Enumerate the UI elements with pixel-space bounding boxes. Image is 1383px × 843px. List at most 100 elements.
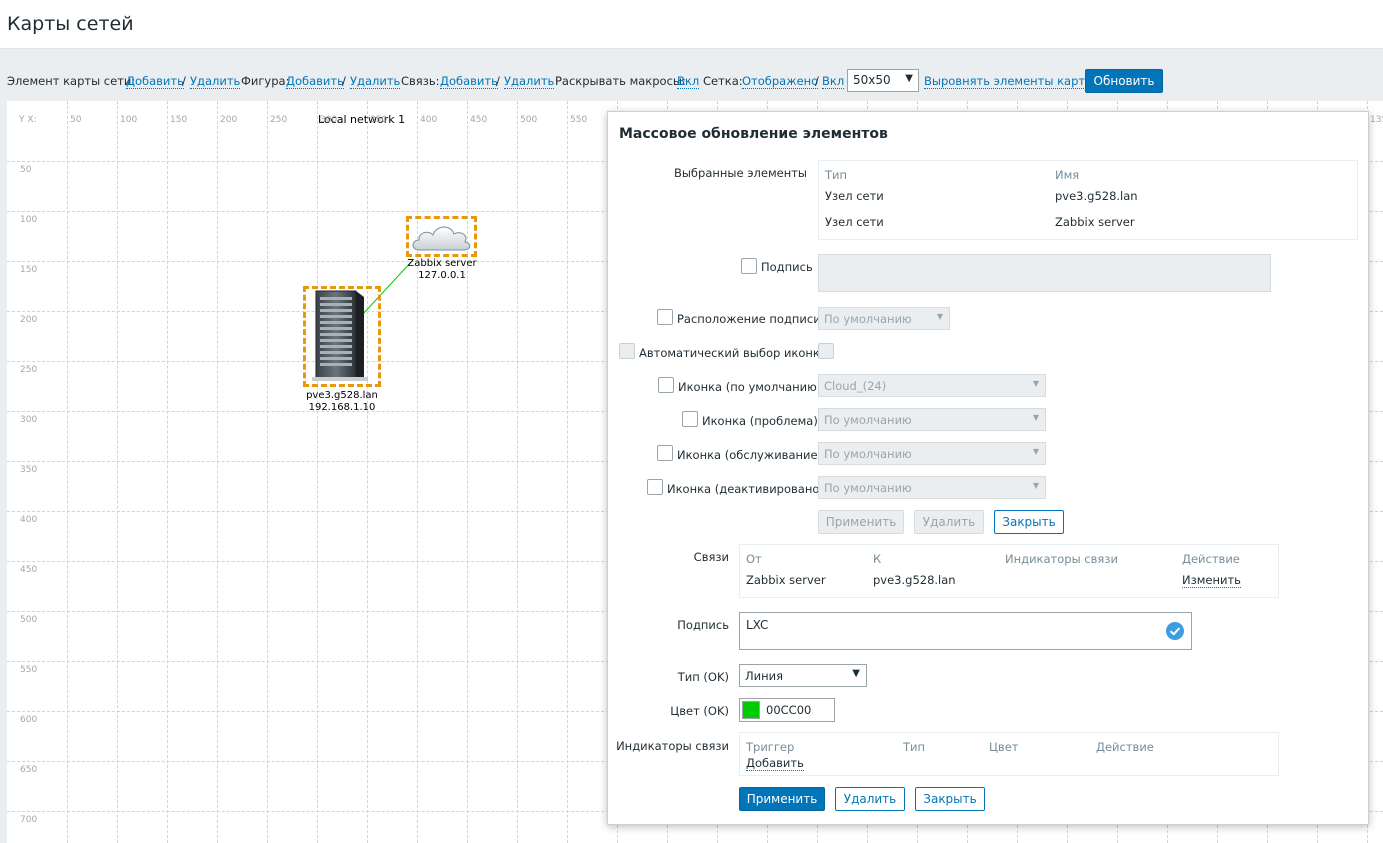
x-tick-label: 250 — [270, 115, 288, 125]
link-indicators-table: Триггер Тип Цвет Действие Добавить — [739, 732, 1279, 776]
map-node-zabbix-server[interactable] — [406, 216, 477, 257]
link-label-textarea[interactable]: LXC — [739, 612, 1192, 650]
x-tick-label: 500 — [520, 115, 538, 125]
macros-label: Раскрывать макросы: — [555, 74, 686, 88]
align-elements-link[interactable]: Выровнять элементы карты — [924, 74, 1095, 89]
icon-maintenance-value: По умолчанию — [824, 447, 912, 461]
mass-update-dialog: Массовое обновление элементов Выбранные … — [607, 111, 1369, 825]
x-tick-label: 200 — [220, 115, 238, 125]
icon-default-checkbox[interactable] — [658, 377, 674, 393]
icon-default-label: Иконка (по умолчанию) — [678, 380, 822, 394]
icon-default-value: Cloud_(24) — [824, 379, 887, 393]
y-tick-label: 250 — [20, 365, 38, 375]
y-tick-label: 300 — [20, 415, 38, 425]
shape-label: Фигура: — [241, 74, 290, 88]
links-label: Связи — [693, 550, 729, 564]
col-name: Имя — [1055, 168, 1080, 182]
icon-maintenance-label: Иконка (обслуживание) — [677, 448, 823, 462]
icon-disabled-checkbox[interactable] — [647, 479, 663, 495]
node-label-pve3: pve3.g528.lan 192.168.1.10 — [297, 390, 387, 414]
page-header: Карты сетей — [0, 0, 1383, 49]
col-action: Действие — [1182, 552, 1240, 566]
icon-default-select[interactable]: Cloud_(24) ▼ — [818, 374, 1046, 397]
link-label: Связь: — [401, 74, 440, 88]
map-node-pve3[interactable] — [303, 286, 381, 387]
y-tick-label: 550 — [20, 665, 38, 675]
col-trigger: Триггер — [746, 740, 795, 754]
link-to: pve3.g528.lan — [873, 573, 956, 587]
y-tick-label: 350 — [20, 465, 38, 475]
label-position-select[interactable]: По умолчанию ▼ — [818, 307, 950, 330]
icon-maintenance-checkbox[interactable] — [657, 445, 673, 461]
row-type: Узел сети — [825, 189, 884, 203]
col-type: Тип — [825, 168, 848, 182]
edit-link-action[interactable]: Изменить — [1182, 573, 1241, 588]
auto-icon-checkbox — [619, 343, 635, 359]
icon-maintenance-select[interactable]: По умолчанию ▼ — [818, 442, 1046, 465]
add-indicator-link[interactable]: Добавить — [746, 756, 804, 771]
icon-disabled-label: Иконка (деактивировано) — [667, 482, 824, 496]
color-swatch[interactable] — [742, 701, 760, 719]
grid-shown-link[interactable]: Отображено — [742, 74, 819, 89]
page-title: Карты сетей — [7, 13, 134, 35]
close-elements-button[interactable]: Закрыть — [994, 510, 1064, 534]
element-remove-link[interactable]: Удалить — [190, 74, 241, 89]
slash: / — [182, 74, 186, 88]
label-field-label: Подпись — [761, 260, 813, 274]
type-ok-select[interactable]: Линия ▼ — [739, 664, 867, 687]
row-type: Узел сети — [825, 215, 884, 229]
y-tick-label: 500 — [20, 615, 38, 625]
slash: / — [815, 74, 819, 88]
slash: / — [496, 74, 500, 88]
node-name: pve3.g528.lan — [306, 390, 378, 401]
chevron-down-icon: ▼ — [1032, 379, 1039, 388]
y-tick-label: 400 — [20, 515, 38, 525]
shape-remove-link[interactable]: Удалить — [350, 74, 401, 89]
element-add-link[interactable]: Добавить — [126, 74, 184, 89]
x-tick-label: 50 — [70, 115, 82, 125]
selected-elements-table: Тип Имя Узел сети pve3.g528.lan Узел сет… — [818, 160, 1358, 240]
col-action: Действие — [1096, 740, 1154, 754]
chevron-down-icon: ▼ — [852, 668, 860, 679]
shape-add-link[interactable]: Добавить — [286, 74, 344, 89]
slash: / — [342, 74, 346, 88]
element-label: Элемент карты сети: — [7, 74, 136, 88]
col-color: Цвет — [989, 740, 1019, 754]
chevron-down-icon: ▼ — [936, 312, 943, 321]
grid-auto-link[interactable]: Вкл — [822, 74, 845, 89]
color-ok-input[interactable]: 00CC00 — [739, 698, 835, 722]
macros-toggle-link[interactable]: Вкл — [677, 74, 700, 89]
link-label-value: LXC — [746, 618, 769, 632]
remove-elements-button[interactable]: Удалить — [914, 510, 984, 534]
chevron-down-icon: ▼ — [1032, 481, 1039, 490]
apply-link-button[interactable]: Применить — [739, 787, 825, 811]
chevron-down-icon: ▼ — [905, 73, 913, 84]
row-name: pve3.g528.lan — [1055, 189, 1138, 203]
x-tick-label: 100 — [120, 115, 138, 125]
grid-label: Сетка: — [703, 74, 743, 88]
remove-link-button[interactable]: Удалить — [835, 787, 905, 811]
auto-icon-value-checkbox — [818, 343, 834, 359]
icon-problem-value: По умолчанию — [824, 413, 912, 427]
label-position-checkbox[interactable] — [657, 309, 673, 325]
check-circle-icon — [1166, 622, 1184, 640]
grid-size-select[interactable]: 50x50 ▼ — [847, 69, 919, 92]
link-remove-link[interactable]: Удалить — [504, 74, 555, 89]
label-checkbox[interactable] — [741, 258, 757, 274]
link-add-link[interactable]: Добавить — [440, 74, 498, 89]
col-indicators: Индикаторы связи — [1005, 552, 1118, 566]
y-tick-label: 100 — [20, 215, 38, 225]
icon-disabled-select[interactable]: По умолчанию ▼ — [818, 476, 1046, 499]
node-name: Zabbix server — [407, 258, 477, 269]
update-button[interactable]: Обновить — [1085, 69, 1163, 93]
close-link-button[interactable]: Закрыть — [915, 787, 985, 811]
apply-elements-button[interactable]: Применить — [818, 510, 904, 534]
icon-problem-checkbox[interactable] — [682, 411, 698, 427]
label-textarea[interactable] — [818, 254, 1271, 292]
x-tick-label: 400 — [420, 115, 438, 125]
x-tick-label: 150 — [170, 115, 188, 125]
selected-elements-label: Выбранные элементы — [673, 166, 807, 180]
label-position-label: Расположение подписи — [677, 312, 821, 326]
grid-size-value: 50x50 — [853, 73, 891, 87]
icon-problem-select[interactable]: По умолчанию ▼ — [818, 408, 1046, 431]
